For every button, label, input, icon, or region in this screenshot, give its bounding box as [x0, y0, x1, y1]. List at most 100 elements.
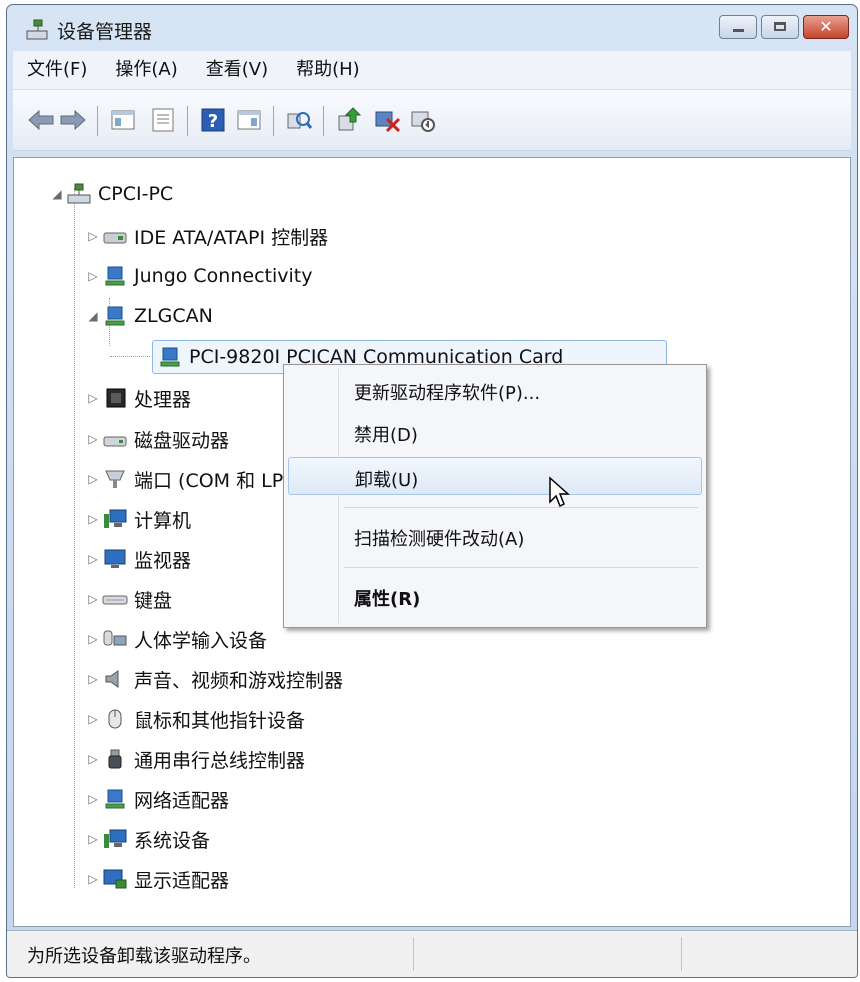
menu-item-label: 禁用(D)	[354, 425, 418, 446]
tree-item-label: 键盘	[134, 589, 173, 612]
expand-icon[interactable]: ▷	[86, 512, 100, 526]
tree-item-label: 声音、视频和游戏控制器	[134, 669, 344, 692]
menu-properties[interactable]: 属性(R)	[288, 577, 702, 615]
uninstall-device-icon[interactable]	[373, 106, 401, 134]
ide-controller-icon	[103, 232, 127, 244]
tree-item-label: Jungo Connectivity	[134, 265, 313, 287]
status-divider	[681, 937, 682, 971]
computer-icon	[104, 509, 127, 528]
close-button[interactable]: ✕	[803, 15, 849, 39]
expand-icon[interactable]: ▷	[86, 632, 100, 646]
minimize-button[interactable]	[719, 15, 757, 39]
system-device-icon	[104, 829, 127, 848]
network-device-icon	[160, 347, 180, 367]
tree-item-monitor[interactable]: ▷ 监视器	[86, 541, 191, 577]
expand-icon[interactable]: ▷	[86, 552, 100, 566]
tree-item-ide[interactable]: ▷ IDE ATA/ATAPI 控制器	[86, 218, 328, 254]
tree-item-disk[interactable]: ▷ 磁盘驱动器	[86, 421, 229, 457]
tree-root-label: CPCI-PC	[98, 183, 174, 205]
tree-item-usb[interactable]: ▷ 通用串行总线控制器	[86, 741, 305, 777]
status-divider	[413, 937, 414, 971]
menu-item-label: 卸载(U)	[355, 470, 419, 491]
menu-scan-hardware[interactable]: 扫描检测硬件改动(A)	[288, 517, 702, 555]
menu-help[interactable]: 帮助(H)	[282, 55, 374, 85]
hid-icon	[103, 630, 127, 646]
network-device-icon	[105, 306, 125, 326]
expand-icon[interactable]: ▷	[86, 432, 100, 446]
tree-line	[74, 188, 75, 888]
menu-separator	[344, 567, 698, 568]
computer-network-icon	[67, 183, 91, 204]
expand-icon[interactable]: ▷	[86, 792, 100, 806]
tree-item-ports[interactable]: ▷ 端口 (COM 和 LPT)	[86, 461, 302, 497]
scan-hardware-icon[interactable]	[285, 106, 313, 134]
tree-item-hid[interactable]: ▷ 人体学输入设备	[86, 621, 267, 657]
menu-disable[interactable]: 禁用(D)	[288, 413, 702, 451]
action-pane-icon[interactable]	[235, 106, 263, 134]
collapse-icon[interactable]: ◢	[86, 309, 100, 323]
expand-icon[interactable]: ▷	[86, 672, 100, 686]
title-bar[interactable]: 设备管理器 ✕	[7, 5, 857, 51]
back-icon[interactable]	[27, 106, 55, 134]
forward-icon[interactable]	[59, 106, 87, 134]
expand-icon[interactable]: ▷	[86, 712, 100, 726]
expand-icon[interactable]: ▷	[86, 832, 100, 846]
tree-item-keyboard[interactable]: ▷ 键盘	[86, 581, 172, 617]
menu-item-label: 扫描检测硬件改动(A)	[354, 529, 525, 550]
display-adapter-icon	[103, 869, 127, 889]
network-device-icon	[105, 266, 125, 286]
disable-device-icon[interactable]	[409, 106, 437, 134]
menu-item-label: 属性(R)	[354, 589, 421, 610]
tree-root-row[interactable]: ◢ CPCI-PC	[50, 176, 173, 212]
menu-file[interactable]: 文件(F)	[13, 55, 101, 85]
tree-item-display[interactable]: ▷ 显示适配器	[86, 861, 229, 897]
update-driver-icon[interactable]	[335, 106, 363, 134]
expand-icon[interactable]: ▷	[86, 391, 100, 405]
toolbar-separator	[187, 106, 188, 136]
menu-separator	[344, 507, 698, 508]
tree-item-mouse[interactable]: ▷ 鼠标和其他指针设备	[86, 701, 305, 737]
tree-item-system[interactable]: ▷ 系统设备	[86, 821, 210, 857]
collapse-icon[interactable]: ◢	[50, 187, 64, 201]
menu-view[interactable]: 查看(V)	[192, 55, 282, 85]
menu-uninstall[interactable]: 卸载(U)	[288, 457, 702, 495]
help-icon[interactable]: ?	[199, 106, 227, 134]
processor-icon	[106, 388, 126, 408]
properties-icon[interactable]	[149, 106, 177, 134]
expand-icon[interactable]: ▷	[86, 472, 100, 486]
monitor-icon	[104, 549, 126, 568]
window-title: 设备管理器	[57, 21, 153, 43]
show-hide-console-tree-icon[interactable]	[109, 106, 137, 134]
expand-icon[interactable]: ▷	[86, 872, 100, 886]
expand-icon[interactable]: ▷	[86, 269, 100, 283]
speaker-icon	[105, 670, 119, 688]
tree-item-label: 通用串行总线控制器	[134, 749, 306, 772]
tree-item-jungo[interactable]: ▷ Jungo Connectivity	[86, 258, 312, 294]
expand-icon[interactable]: ▷	[86, 752, 100, 766]
context-menu: 更新驱动程序软件(P)... 禁用(D) 卸载(U) 扫描检测硬件改动(A) 属…	[283, 364, 707, 628]
tree-item-label: 计算机	[134, 509, 192, 532]
tree-item-zlgcan[interactable]: ◢ ZLGCAN	[86, 298, 212, 334]
tree-item-computer[interactable]: ▷ 计算机	[86, 501, 191, 537]
maximize-icon	[774, 22, 786, 31]
status-text: 为所选设备卸载该驱动程序。	[27, 946, 261, 967]
svg-text:?: ?	[208, 111, 218, 132]
menu-bar: 文件(F) 操作(A) 查看(V) 帮助(H)	[13, 51, 851, 90]
menu-action[interactable]: 操作(A)	[101, 55, 191, 85]
maximize-button[interactable]	[761, 15, 799, 39]
minimize-icon	[733, 29, 744, 32]
tree-item-label: IDE ATA/ATAPI 控制器	[134, 226, 329, 249]
tree-item-label: 鼠标和其他指针设备	[134, 709, 306, 732]
menu-update-driver[interactable]: 更新驱动程序软件(P)...	[288, 371, 702, 409]
expand-icon[interactable]: ▷	[86, 229, 100, 243]
device-manager-icon	[26, 19, 48, 40]
expand-icon[interactable]: ▷	[86, 592, 100, 606]
mouse-icon	[108, 709, 122, 729]
port-icon	[105, 470, 125, 488]
toolbar-separator	[97, 106, 98, 136]
tree-item-network[interactable]: ▷ 网络适配器	[86, 781, 229, 817]
tree-item-processor[interactable]: ▷ 处理器	[86, 380, 191, 416]
usb-icon	[108, 749, 122, 769]
toolbar-separator	[323, 106, 324, 136]
tree-item-sound[interactable]: ▷ 声音、视频和游戏控制器	[86, 661, 343, 697]
